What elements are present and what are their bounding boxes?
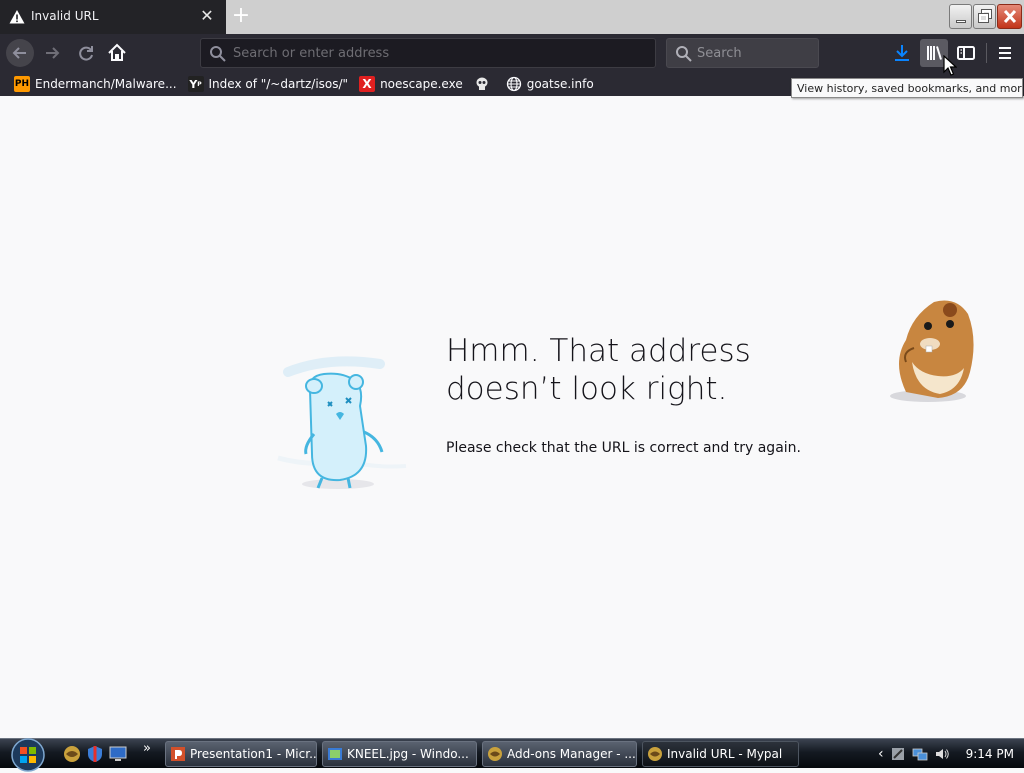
search-icon: [210, 46, 226, 62]
tab-strip: Invalid URL ✕ +: [0, 0, 1024, 34]
mouse-pointer-icon: [943, 55, 957, 76]
navigation-toolbar: [0, 34, 1024, 72]
browser-icon[interactable]: [62, 744, 82, 764]
download-icon: [895, 45, 909, 61]
volume-icon[interactable]: [934, 746, 950, 762]
tab-close-icon[interactable]: ✕: [199, 8, 215, 24]
search-icon: [676, 46, 692, 62]
home-icon: [108, 43, 126, 61]
taskbar-item-label: Presentation1 - Micr...: [190, 747, 317, 761]
bookmark-label: noescape.exe: [380, 77, 463, 91]
taskbar-item-photo-viewer[interactable]: KNEEL.jpg - Windo...: [322, 741, 477, 767]
bookmark-item[interactable]: YP Index of "/~dartz/isos/": [184, 73, 353, 95]
x-favicon-icon: X: [359, 76, 376, 92]
quick-launch-overflow-icon[interactable]: »: [143, 741, 151, 756]
bookmark-label: goatse.info: [526, 77, 594, 91]
restore-button[interactable]: [973, 4, 996, 29]
close-window-button[interactable]: [997, 4, 1022, 29]
taskbar-clock[interactable]: 9:14 PM: [966, 747, 1014, 761]
confused-pet-illustration: [277, 356, 407, 489]
taskbar-item-label: Add-ons Manager - ...: [507, 747, 636, 761]
desktop-icon[interactable]: [108, 744, 128, 764]
minimize-button[interactable]: [949, 4, 972, 29]
ph-favicon-icon: PH: [14, 76, 30, 92]
error-title: Hmm. That address doesn’t look right.: [446, 332, 866, 408]
error-description: Please check that the URL is correct and…: [446, 440, 801, 456]
hamster-mascot-image: [890, 300, 974, 402]
back-button[interactable]: [6, 39, 34, 67]
library-tooltip: View history, saved bookmarks, and more: [791, 78, 1023, 98]
error-title-line: Hmm. That address: [446, 333, 751, 369]
taskbar-item-addons[interactable]: Add-ons Manager - ...: [482, 741, 637, 767]
powerpoint-icon: [171, 747, 185, 761]
reload-icon: [79, 46, 93, 61]
windows-taskbar: » Presentation1 - Micr... KNEEL.jpg - Wi…: [0, 738, 1024, 772]
taskbar-item-label: Invalid URL - Mypal: [667, 747, 783, 761]
hamburger-menu-icon: [999, 47, 1011, 59]
menu-button[interactable]: [991, 39, 1019, 67]
arrow-right-icon: [46, 47, 60, 59]
tray-app-icon[interactable]: [890, 746, 906, 762]
warning-icon: [9, 10, 25, 24]
bookmark-label: Index of "/~dartz/isos/": [208, 77, 349, 91]
bookmark-item[interactable]: X noescape.exe: [355, 73, 467, 95]
close-icon: [1003, 9, 1017, 24]
taskbar-item-presentation[interactable]: Presentation1 - Micr...: [165, 741, 317, 767]
bookmark-item[interactable]: PH Endermanch/Malware...: [10, 73, 181, 95]
taskbar-item-mypal[interactable]: Invalid URL - Mypal: [642, 741, 799, 767]
quick-launch: [62, 744, 131, 764]
window-controls: [948, 0, 1024, 31]
tab-invalid-url[interactable]: Invalid URL ✕: [0, 0, 226, 34]
start-button[interactable]: [8, 735, 48, 773]
search-bar[interactable]: [666, 38, 819, 68]
search-input[interactable]: [697, 44, 809, 62]
url-input[interactable]: [233, 44, 633, 62]
bookmark-item[interactable]: [470, 73, 499, 95]
new-tab-button[interactable]: +: [229, 5, 253, 29]
arrow-left-icon: [12, 47, 26, 59]
downloads-button[interactable]: [888, 39, 916, 67]
forward-button[interactable]: [40, 39, 68, 67]
tab-title: Invalid URL: [31, 9, 99, 23]
browser-icon: [488, 747, 502, 761]
reload-button[interactable]: [72, 39, 100, 67]
toolbar-separator: [986, 43, 987, 63]
photo-viewer-icon: [328, 748, 342, 760]
system-tray: ‹ 9:14 PM: [870, 741, 1024, 767]
skull-favicon-icon: [476, 77, 488, 90]
error-title-line: doesn’t look right.: [446, 371, 728, 407]
y-favicon-icon: YP: [187, 76, 204, 92]
address-bar[interactable]: [200, 38, 656, 68]
page-content: Hmm. That address doesn’t look right. Pl…: [0, 96, 1024, 738]
shield-icon[interactable]: [85, 744, 105, 764]
bookmark-label: Endermanch/Malware...: [35, 77, 177, 91]
favicon-letter: Y: [189, 77, 198, 91]
taskbar-item-label: KNEEL.jpg - Windo...: [347, 747, 469, 761]
chevron-left-icon[interactable]: ‹: [878, 746, 884, 762]
globe-icon: [506, 76, 521, 92]
network-icon[interactable]: [912, 746, 928, 762]
bookmark-item[interactable]: goatse.info: [502, 73, 598, 95]
browser-icon: [648, 747, 662, 761]
home-button[interactable]: [103, 39, 131, 67]
